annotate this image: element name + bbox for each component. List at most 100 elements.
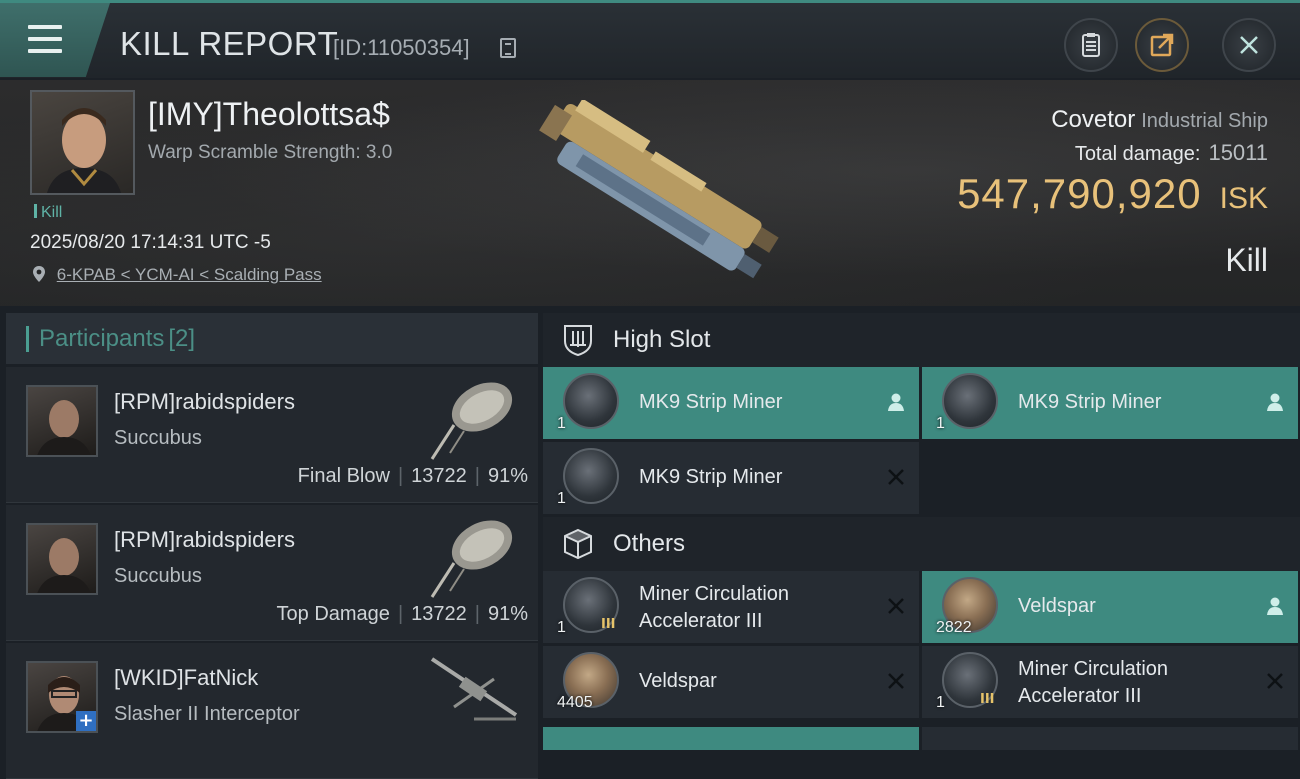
plus-badge-icon: +	[76, 711, 96, 731]
high-slot-grid: 1 MK9 Strip Miner 1 MK9 Strip Miner 1 MK…	[543, 367, 1300, 514]
kill-tag: Kill	[34, 204, 62, 222]
module-item[interactable]: 1 MK9 Strip Miner	[922, 367, 1298, 439]
location-text: 6-KPAB < YCM-AI < Scalding Pass	[56, 265, 322, 284]
share-icon	[1150, 33, 1174, 57]
item-quantity: 1	[557, 415, 566, 432]
participant-row[interactable]: + [WKID]FatNick Slasher II Interceptor	[6, 643, 538, 779]
victim-panel: [IMY]Theolottsa$ Warp Scramble Strength:…	[0, 80, 1300, 306]
strip-miner-icon	[563, 373, 619, 429]
tier-badge: III	[601, 617, 616, 632]
high-slot-icon	[564, 325, 592, 357]
participant-tag: Top Damage	[276, 603, 390, 625]
tier-badge: III	[980, 692, 995, 707]
module-item[interactable]: 1 III Miner Circulation Accelerator III	[922, 646, 1298, 718]
warp-scramble-strength: Warp Scramble Strength: 3.0	[148, 142, 393, 163]
isk-value: 547,790,920	[957, 170, 1202, 217]
kill-result: Kill	[1225, 242, 1268, 278]
succubus-ship-icon	[430, 382, 513, 460]
module-item[interactable]: 1 III Miner Circulation Accelerator III	[543, 571, 919, 643]
participants-title: Participants	[39, 324, 165, 352]
item-name: Veldspar	[639, 670, 717, 692]
victim-avatar[interactable]	[30, 90, 135, 195]
item-name-line1: Miner Circulation	[639, 583, 790, 605]
pilot-portrait-icon	[37, 400, 91, 455]
participants-count: [2]	[168, 324, 196, 352]
top-bar: KILL REPORT [ID:11050354]	[0, 0, 1300, 78]
ship-class: Industrial Ship	[1141, 110, 1268, 132]
item-name: Veldspar	[1018, 595, 1096, 617]
location-pin-icon	[32, 265, 51, 284]
copy-icon[interactable]	[500, 38, 516, 58]
covetor-ship-icon	[539, 100, 779, 279]
item-name: MK9 Strip Miner	[639, 391, 783, 413]
destroyed-x-icon	[885, 466, 907, 488]
participants-panel: Participants [2] [RPM]rabidspiders Succu…	[6, 313, 538, 779]
cargo-box-icon	[564, 528, 592, 560]
participant-avatar[interactable]: +	[26, 661, 98, 733]
destroyed-x-icon	[885, 670, 907, 692]
item-quantity: 1	[936, 415, 945, 432]
item-quantity: 1	[936, 694, 945, 711]
report-id: [ID:11050354]	[333, 35, 470, 60]
succubus-ship-icon	[430, 520, 513, 598]
participant-avatar[interactable]	[26, 523, 98, 595]
others-title: Others	[613, 530, 686, 557]
item-quantity: 1	[557, 619, 566, 636]
participant-percent: 91%	[487, 603, 528, 625]
clipboard-button[interactable]	[1064, 18, 1118, 72]
page-title: KILL REPORT	[120, 25, 339, 62]
others-header: Others	[543, 517, 1300, 571]
participant-row[interactable]: [RPM]rabidspiders Succubus Top Damage | 13…	[6, 505, 538, 641]
item-name: Miner Circulation Accelerator III	[639, 581, 789, 635]
ore-item[interactable]: 2822 Veldspar	[922, 571, 1298, 643]
destroyed-x-icon	[1264, 670, 1286, 692]
share-button[interactable]	[1135, 18, 1189, 72]
pilot-portrait-icon	[47, 108, 121, 193]
participant-damage: 13722	[411, 465, 467, 487]
ship-name-text: Covetor	[1051, 106, 1136, 133]
participant-name: [WKID]FatNick	[114, 665, 259, 690]
location-link[interactable]: 6-KPAB < YCM-AI < Scalding Pass	[32, 265, 322, 285]
next-items-row-partial	[543, 727, 1300, 750]
participant-stats: Top Damage | 13722 | 91%	[276, 603, 528, 625]
item-quantity: 2822	[936, 619, 972, 636]
participant-percent: 91%	[487, 465, 528, 487]
ore-item[interactable]: 4405 Veldspar	[543, 646, 919, 718]
item-name-line1: Miner Circulation	[1018, 658, 1169, 680]
strip-miner-icon	[942, 373, 998, 429]
participant-name: [RPM]rabidspiders	[114, 527, 295, 552]
item-name-line2: Accelerator III	[1018, 685, 1142, 707]
participant-ship: Slasher II Interceptor	[114, 703, 300, 725]
destroyed-x-icon	[885, 595, 907, 617]
dropped-person-icon	[1264, 595, 1286, 617]
isk-unit: ISK	[1219, 182, 1268, 215]
total-damage-label: Total damage:	[1074, 143, 1201, 165]
participants-header: Participants [2]	[6, 313, 538, 365]
participant-avatar[interactable]	[26, 385, 98, 457]
participant-damage: 13722	[411, 603, 467, 625]
module-item[interactable]: 1 MK9 Strip Miner	[543, 367, 919, 439]
fitting-panel: High Slot 1 MK9 Strip Miner 1 MK9 Strip …	[543, 313, 1300, 750]
participant-name: [RPM]rabidspiders	[114, 389, 295, 414]
pilot-portrait-icon	[37, 538, 91, 593]
menu-icon	[28, 25, 62, 61]
item-name-line2: Accelerator III	[639, 610, 763, 632]
kill-timestamp: 2025/08/20 17:14:31 UTC -5	[30, 232, 271, 253]
module-item[interactable]: 1 MK9 Strip Miner	[543, 442, 919, 514]
strip-miner-icon	[563, 448, 619, 504]
dropped-person-icon	[1264, 391, 1286, 413]
menu-button[interactable]	[0, 3, 110, 77]
item-quantity: 1	[557, 490, 566, 507]
close-button[interactable]	[1222, 18, 1276, 72]
high-slot-title: High Slot	[613, 326, 711, 353]
participant-stats: Final Blow | 13722 | 91%	[297, 465, 528, 487]
participant-tag: Final Blow	[297, 465, 390, 487]
dropped-person-icon	[885, 391, 907, 413]
ship-name: Covetor Industrial Ship	[1051, 106, 1268, 134]
item-quantity: 4405	[557, 694, 593, 711]
total-damage: Total damage: 15011	[1075, 140, 1268, 166]
item-name: Miner Circulation Accelerator III	[1018, 656, 1168, 710]
high-slot-header: High Slot	[543, 313, 1300, 367]
participant-row[interactable]: [RPM]rabidspiders Succubus Final Blow | 13…	[6, 367, 538, 503]
item-name: MK9 Strip Miner	[639, 466, 783, 488]
